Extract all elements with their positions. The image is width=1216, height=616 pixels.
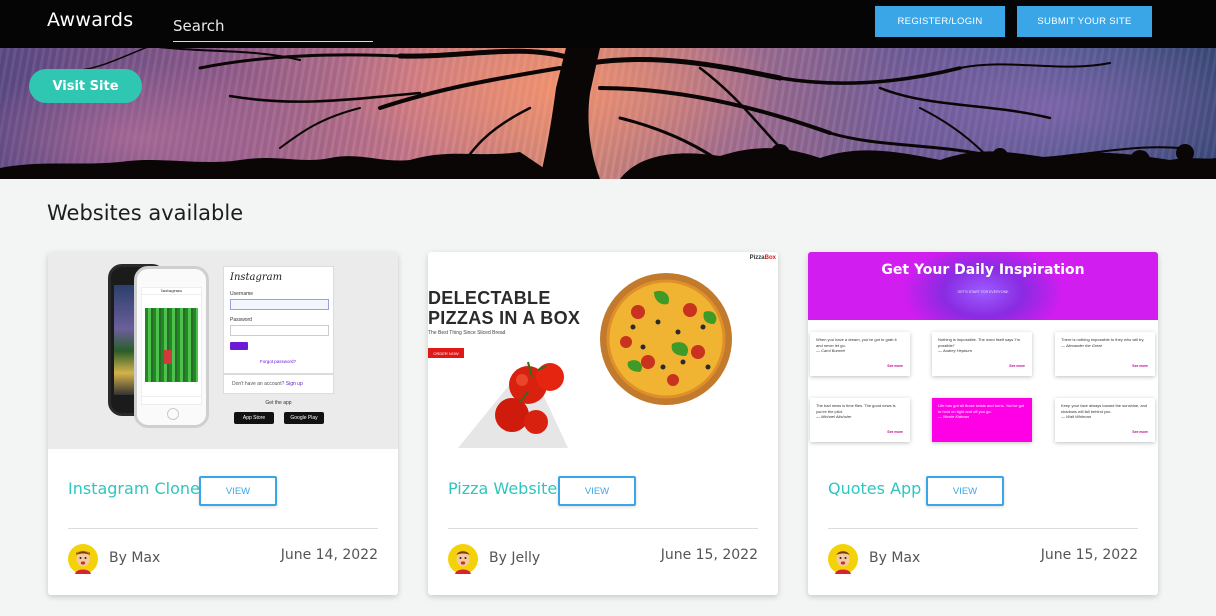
quote-text: Keep your face always toward the sunshin… (1061, 403, 1148, 414)
login-button-preview (230, 342, 248, 350)
search-input[interactable] (173, 10, 373, 42)
project-card: PizzaBox DELECTABLE PIZZAS IN A BOX The … (428, 252, 778, 595)
signup-box-preview: Don't have an account? Sign up (223, 374, 334, 394)
project-preview-image[interactable]: PizzaBox DELECTABLE PIZZAS IN A BOX The … (428, 252, 778, 449)
quote-text: The bad news is time flies. The good new… (816, 403, 896, 414)
quote-author: — Walt Whitman (1061, 414, 1091, 419)
instagram-logo: Instagram (230, 272, 283, 283)
username-label: Username (230, 291, 254, 297)
quote-text: Life has got all those twists and turns.… (938, 403, 1025, 414)
author-name: By Max (109, 550, 161, 566)
post-date: June 15, 2022 (1040, 547, 1138, 563)
view-button[interactable]: VIEW (926, 476, 1004, 506)
login-form-preview: Instagram Username Password Forgot passw… (223, 266, 334, 374)
quote-card: The bad news is time flies. The good new… (810, 398, 910, 442)
no-account-text: Don't have an account? (232, 381, 285, 387)
quote-card: There is nothing impossible to they who … (1055, 332, 1155, 376)
quote-card: When you have a dream, you've got to gra… (810, 332, 910, 376)
project-card: Get Your Daily Inspiration GET'S START F… (808, 252, 1158, 595)
forgot-password-link: Forgot password? (260, 359, 297, 364)
see-more-link: See more (1132, 429, 1148, 434)
password-field (230, 325, 329, 336)
avatar (828, 544, 858, 574)
visit-site-button[interactable]: Visit Site (29, 69, 142, 103)
see-more-link: See more (1132, 363, 1148, 368)
hero-banner: Visit Site (0, 48, 1216, 179)
author-name: By Max (869, 550, 921, 566)
pizza-illustration (458, 273, 732, 448)
quote-card: Keep your face always toward the sunshin… (1055, 398, 1155, 442)
quote-text: When you have a dream, you've got to gra… (816, 337, 897, 348)
author-name: By Jelly (489, 550, 541, 566)
section-title: Websites available (47, 201, 244, 225)
project-title[interactable]: Instagram Clone (68, 479, 200, 498)
post-date: June 14, 2022 (280, 547, 378, 563)
card-divider (448, 528, 758, 529)
tree-silhouette (0, 48, 1216, 179)
avatar (68, 544, 98, 574)
appstore-badge: App Store (234, 412, 274, 424)
quotes-subtitle: GET'S START FOR EVERYONE (957, 290, 1009, 294)
project-preview-image[interactable]: Instagram Instagram Username Password Fo… (48, 252, 398, 449)
googleplay-badge: Google Play (284, 412, 324, 424)
project-title[interactable]: Pizza Website (448, 479, 557, 498)
username-field (230, 299, 329, 310)
quote-text: There is nothing impossible to they who … (1061, 337, 1145, 342)
project-title[interactable]: Quotes App (828, 479, 921, 498)
see-more-link: See more (887, 429, 903, 434)
quote-author: — Nicole Kidman (938, 414, 969, 419)
view-button[interactable]: VIEW (199, 476, 277, 506)
brand-logo[interactable]: Awwards (47, 9, 134, 31)
submit-site-button[interactable]: SUBMIT YOUR SITE (1017, 6, 1152, 37)
quote-text: Nothing is impossible. The word itself s… (938, 337, 1021, 348)
avatar (448, 544, 478, 574)
quote-author: — Michael Altshuler (816, 414, 852, 419)
register-login-button[interactable]: REGISTER/LOGIN (875, 6, 1005, 37)
quote-author: — Alexander the Great (1061, 342, 1102, 348)
post-date: June 15, 2022 (660, 547, 758, 563)
quote-author: — Audrey Hepburn (938, 348, 973, 353)
navbar: Awwards REGISTER/LOGIN SUBMIT YOUR SITE (0, 0, 1216, 48)
signup-link: Sign up (285, 381, 303, 387)
project-preview-image[interactable]: Get Your Daily Inspiration GET'S START F… (808, 252, 1158, 449)
quotes-headline: Get Your Daily Inspiration (881, 262, 1085, 278)
card-divider (68, 528, 378, 529)
quote-card-highlighted: Life has got all those twists and turns.… (932, 398, 1032, 442)
quote-author: — Carol Burnett (816, 348, 845, 353)
view-button[interactable]: VIEW (558, 476, 636, 506)
see-more-link: See more (1009, 363, 1025, 368)
see-more-link: See more (887, 363, 903, 368)
phone-front-mockup: Instagram (134, 266, 209, 428)
card-divider (828, 528, 1138, 529)
quote-card: Nothing is impossible. The word itself s… (932, 332, 1032, 376)
get-app-text: Get the app (265, 400, 292, 406)
password-label: Password (230, 317, 252, 323)
project-card: Instagram Instagram Username Password Fo… (48, 252, 398, 595)
